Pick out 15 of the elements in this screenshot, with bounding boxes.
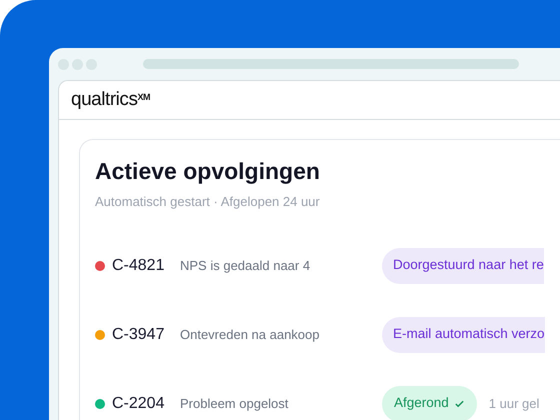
status-badge: Doorgestuurd naar het re <box>382 248 544 284</box>
check-icon <box>454 398 465 409</box>
case-id: C-2204 <box>112 394 166 414</box>
time-label: 1 uur gel <box>488 394 540 413</box>
case-id: C-3947 <box>112 324 166 344</box>
logo: qualtrics$^{XM}$ <box>71 88 150 112</box>
status-badge: Afgerond <box>382 386 477 420</box>
status-badge: E-mail automatisch verzo <box>382 316 545 352</box>
case-id: C-4821 <box>112 256 166 276</box>
card-title: Actieve opvolgingen <box>95 157 321 186</box>
case-description: NPS is gedaald naar 4 <box>180 256 312 275</box>
address-bar[interactable] <box>143 59 519 69</box>
case-description: Probleem opgelost <box>180 394 290 413</box>
case-description: Ontevreden na aankoop <box>180 326 320 344</box>
card-subtitle: Automatisch gestart · Afgelopen 24 uur <box>95 193 321 211</box>
